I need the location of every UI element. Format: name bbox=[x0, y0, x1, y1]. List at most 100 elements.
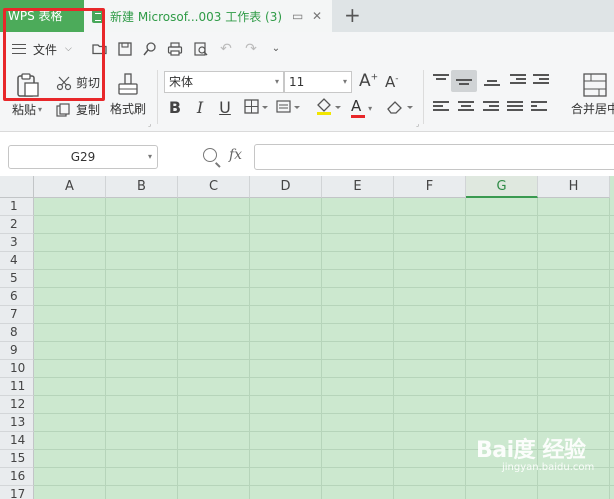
row-header-9[interactable]: 9 bbox=[0, 342, 34, 360]
font-shrink-letter: A bbox=[385, 73, 396, 91]
row-header-6[interactable]: 6 bbox=[0, 288, 34, 306]
row-header-17[interactable]: 17 bbox=[0, 486, 34, 499]
cell-style-icon bbox=[276, 100, 300, 113]
row-header-1[interactable]: 1 bbox=[0, 198, 34, 216]
find-icon[interactable] bbox=[142, 41, 158, 57]
dialog-launcher-icon[interactable]: ⌟ bbox=[416, 120, 419, 128]
merge-cells-icon bbox=[583, 73, 607, 97]
font-grow-button[interactable]: A+ bbox=[359, 71, 378, 91]
font-grow-letter: A bbox=[359, 71, 371, 91]
bold-button[interactable]: B bbox=[166, 98, 184, 117]
align-right-button[interactable] bbox=[483, 101, 499, 115]
column-header-e[interactable]: E bbox=[322, 176, 394, 198]
decrease-indent-button[interactable] bbox=[510, 74, 526, 88]
redo-icon[interactable]: ↷ bbox=[243, 41, 259, 57]
align-top-button[interactable] bbox=[433, 74, 449, 88]
row-header-10[interactable]: 10 bbox=[0, 360, 34, 378]
formula-input[interactable] bbox=[254, 144, 614, 170]
group-divider bbox=[157, 70, 158, 124]
font-color-swatch bbox=[351, 115, 365, 118]
font-size-value: 11 bbox=[289, 75, 305, 89]
insert-function-button[interactable]: fx bbox=[229, 147, 242, 163]
customize-toolbar-icon[interactable]: ⌄ bbox=[268, 41, 284, 57]
italic-button[interactable]: I bbox=[191, 98, 209, 117]
fill-color-button[interactable] bbox=[315, 97, 341, 120]
font-color-letter: A bbox=[351, 97, 362, 115]
font-name-value: 宋体 bbox=[169, 75, 194, 89]
format-painter-icon bbox=[118, 73, 138, 95]
row-header-4[interactable]: 4 bbox=[0, 252, 34, 270]
window-restore-icon[interactable]: ▭ bbox=[292, 9, 303, 23]
row-header-15[interactable]: 15 bbox=[0, 450, 34, 468]
row-header-12[interactable]: 12 bbox=[0, 396, 34, 414]
align-middle-button[interactable] bbox=[451, 70, 477, 92]
column-header-c[interactable]: C bbox=[178, 176, 250, 198]
chevron-down-icon: ▾ bbox=[147, 152, 152, 161]
column-header-d[interactable]: D bbox=[250, 176, 322, 198]
font-size-select[interactable]: 11 ▾ bbox=[284, 71, 352, 93]
cell-reference: G29 bbox=[70, 150, 96, 164]
paste-dropdown[interactable]: 粘贴 ▾ bbox=[12, 101, 42, 118]
save-icon[interactable] bbox=[117, 41, 133, 57]
new-tab-icon[interactable]: + bbox=[344, 3, 361, 27]
formula-bar: G29 ▾ fx bbox=[0, 140, 614, 174]
increase-indent-button[interactable] bbox=[533, 74, 549, 88]
fill-bucket-icon bbox=[317, 98, 341, 115]
watermark-sub: jingyan.baidu.com bbox=[502, 462, 595, 473]
distributed-align-button[interactable] bbox=[531, 101, 547, 115]
row-header-16[interactable]: 16 bbox=[0, 468, 34, 486]
row-header-8[interactable]: 8 bbox=[0, 324, 34, 342]
align-center-button[interactable] bbox=[458, 101, 474, 115]
font-name-select[interactable]: 宋体 ▾ bbox=[164, 71, 284, 93]
copy-icon bbox=[56, 102, 70, 117]
chevron-down-icon: ▾ bbox=[38, 105, 43, 114]
merge-center-button[interactable]: 合并居中 bbox=[571, 72, 614, 117]
row-header-7[interactable]: 7 bbox=[0, 306, 34, 324]
justify-button[interactable] bbox=[507, 101, 523, 115]
column-header-a[interactable]: A bbox=[34, 176, 106, 198]
align-left-button[interactable] bbox=[433, 101, 449, 115]
row-header-11[interactable]: 11 bbox=[0, 378, 34, 396]
dialog-launcher-icon[interactable]: ⌟ bbox=[148, 120, 151, 128]
row-header-2[interactable]: 2 bbox=[0, 216, 34, 234]
border-icon bbox=[244, 99, 268, 114]
print-icon[interactable] bbox=[167, 41, 183, 57]
merge-center-label: 合并居中 bbox=[571, 102, 614, 116]
font-color-button[interactable]: A ▾ bbox=[351, 97, 373, 118]
column-header-f[interactable]: F bbox=[394, 176, 466, 198]
undo-icon[interactable]: ↶ bbox=[218, 41, 234, 57]
column-header-h[interactable]: H bbox=[538, 176, 610, 198]
row-header-5[interactable]: 5 bbox=[0, 270, 34, 288]
select-all-corner[interactable] bbox=[0, 176, 34, 198]
border-button[interactable] bbox=[244, 99, 268, 118]
underline-button[interactable]: U bbox=[216, 98, 234, 117]
close-tab-icon[interactable]: ✕ bbox=[312, 9, 322, 23]
format-painter-button[interactable]: 格式刷 bbox=[110, 72, 146, 117]
row-header-14[interactable]: 14 bbox=[0, 432, 34, 450]
watermark-main: Bai度 经验 bbox=[476, 438, 586, 463]
chevron-down-icon: ▾ bbox=[274, 77, 279, 86]
clear-format-button[interactable] bbox=[386, 98, 414, 119]
print-preview-icon[interactable] bbox=[193, 41, 209, 57]
row-header-3[interactable]: 3 bbox=[0, 234, 34, 252]
chevron-down-icon: ▾ bbox=[342, 77, 347, 86]
chevron-down-icon: ▾ bbox=[368, 104, 373, 113]
column-header-g[interactable]: G bbox=[466, 176, 538, 198]
paste-label: 粘贴 bbox=[12, 103, 37, 117]
format-painter-label: 格式刷 bbox=[110, 102, 147, 116]
align-middle-icon bbox=[456, 75, 472, 89]
baidu-watermark: Bai度 经验 jingyan.baidu.com bbox=[476, 432, 594, 473]
group-divider bbox=[423, 70, 424, 124]
row-header-13[interactable]: 13 bbox=[0, 414, 34, 432]
document-title: 新建 Microsof...003 工作表 (3) bbox=[110, 9, 283, 24]
highlight-annotation-box bbox=[3, 8, 105, 101]
zoom-search-icon[interactable] bbox=[203, 148, 217, 162]
merge-style-button[interactable] bbox=[276, 99, 300, 118]
copy-label: 复制 bbox=[76, 103, 101, 117]
name-box[interactable]: G29 ▾ bbox=[8, 145, 158, 169]
copy-button[interactable]: 复制 bbox=[56, 101, 100, 118]
align-bottom-button[interactable] bbox=[484, 76, 500, 90]
eraser-icon bbox=[387, 101, 413, 114]
column-header-b[interactable]: B bbox=[106, 176, 178, 198]
font-shrink-button[interactable]: A- bbox=[385, 73, 399, 91]
